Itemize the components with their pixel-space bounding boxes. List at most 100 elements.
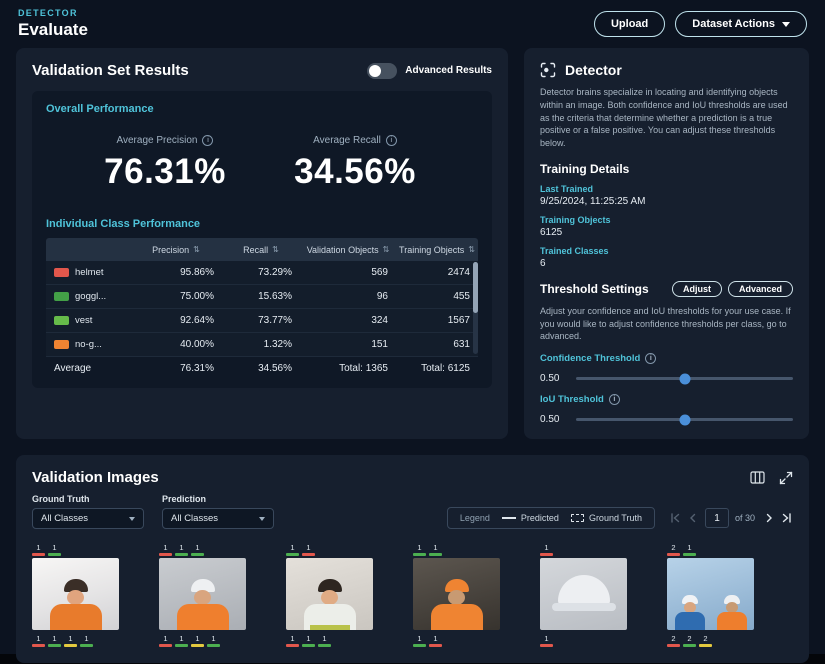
first-page-button[interactable]	[669, 512, 681, 524]
class-count-badge: 1	[429, 541, 442, 556]
validation-image[interactable]	[667, 558, 754, 630]
validation-image-tile[interactable]: 1 1	[540, 539, 627, 649]
info-icon[interactable]: i	[386, 135, 397, 146]
ground-truth-badges: 1	[540, 632, 627, 647]
page-input[interactable]	[705, 508, 729, 528]
class-count-badge: 1	[175, 632, 188, 647]
table-scrollbar[interactable]	[473, 262, 478, 354]
confidence-threshold-label: Confidence Threshold	[540, 353, 640, 364]
column-validation-objects[interactable]: Validation Objects⇅	[300, 238, 396, 261]
average-recall-metric: Average Recall i 34.56%	[260, 135, 450, 192]
chevron-down-icon	[129, 517, 135, 521]
column-class	[46, 238, 130, 261]
ground-truth-select[interactable]: All Classes	[32, 508, 144, 529]
validation-objects-value: 569	[300, 261, 396, 284]
validation-image-tile[interactable]: 2 1 2 2	[667, 539, 754, 649]
class-count-badge: 1	[540, 632, 553, 647]
average-recall-value: 34.56%	[260, 152, 450, 192]
class-count-badge: 1	[286, 632, 299, 647]
average-row-label: Average	[46, 357, 130, 380]
precision-value: 95.86%	[130, 261, 222, 284]
sort-icon[interactable]: ⇅	[272, 245, 279, 254]
class-count-badge: 1	[318, 632, 331, 647]
chevron-down-icon	[782, 22, 790, 27]
precision-value: 40.00%	[130, 333, 222, 356]
validation-image-tile[interactable]: 1 1 1 1 1 1 1	[159, 539, 246, 649]
next-page-button[interactable]	[763, 512, 775, 524]
slider-thumb[interactable]	[679, 373, 690, 384]
prediction-badges: 1 1	[32, 541, 119, 556]
average-precision-label: Average Precision	[117, 135, 198, 146]
confidence-threshold-block: Confidence Threshold i 0.50	[540, 353, 793, 384]
confidence-threshold-slider[interactable]	[576, 377, 793, 380]
recall-value: 15.63%	[222, 285, 300, 308]
expand-icon[interactable]	[779, 471, 793, 485]
class-color-swatch	[54, 292, 69, 301]
class-color-swatch	[54, 340, 69, 349]
class-count-badge: 1	[80, 632, 93, 647]
class-count-badge: 1	[175, 541, 188, 556]
prediction-badges: 1 1 1	[159, 541, 246, 556]
upload-button[interactable]: Upload	[594, 11, 665, 37]
class-color-swatch	[54, 268, 69, 277]
trained-classes-value: 6	[540, 258, 793, 269]
table-row: helmet 95.86% 73.29% 569 2474	[46, 261, 478, 285]
columns-view-icon[interactable]	[750, 471, 765, 484]
class-count-badge: 1	[302, 541, 315, 556]
sort-icon[interactable]: ⇅	[193, 245, 200, 254]
adjust-button[interactable]: Adjust	[672, 281, 722, 297]
dataset-actions-button[interactable]: Dataset Actions	[675, 11, 807, 37]
precision-value: 75.00%	[130, 285, 222, 308]
slider-thumb[interactable]	[679, 414, 690, 425]
sort-icon[interactable]: ⇅	[383, 245, 390, 254]
validation-image[interactable]	[413, 558, 500, 630]
main-content: Validation Set Results Advanced Results …	[0, 44, 825, 439]
last-page-button[interactable]	[781, 512, 793, 524]
info-icon[interactable]: i	[609, 394, 620, 405]
prediction-select[interactable]: All Classes	[162, 508, 274, 529]
helmet-dome	[558, 575, 610, 605]
average-recall-label: Average Recall	[313, 135, 381, 146]
dataset-actions-label: Dataset Actions	[692, 18, 775, 30]
column-recall[interactable]: Recall⇅	[222, 238, 300, 261]
advanced-results-toggle-row: Advanced Results	[367, 63, 492, 79]
page-header: DETECTOR Evaluate Upload Dataset Actions	[0, 0, 825, 44]
table-header-row: Precision⇅ Recall⇅ Validation Objects⇅ T…	[46, 238, 478, 261]
class-name: goggl...	[75, 291, 106, 302]
validation-objects-value: 96	[300, 285, 396, 308]
column-precision[interactable]: Precision⇅	[130, 238, 222, 261]
validation-image[interactable]	[32, 558, 119, 630]
validation-objects-value: 324	[300, 309, 396, 332]
scrollbar-thumb[interactable]	[473, 262, 478, 313]
advanced-results-toggle[interactable]	[367, 63, 397, 79]
info-icon[interactable]: i	[645, 353, 656, 364]
class-count-badge: 2	[667, 632, 680, 647]
class-count-badge: 1	[48, 632, 61, 647]
title-block: DETECTOR Evaluate	[18, 8, 88, 40]
advanced-button[interactable]: Advanced	[728, 281, 793, 297]
validation-image-tile[interactable]: 1 1 1 1 1 1	[32, 539, 119, 649]
class-count-badge: 1	[413, 632, 426, 647]
iou-threshold-value: 0.50	[540, 414, 564, 425]
column-training-objects[interactable]: Training Objects⇅	[396, 238, 478, 261]
toggle-knob	[369, 65, 381, 77]
class-count-badge: 1	[207, 632, 220, 647]
confidence-threshold-value: 0.50	[540, 373, 564, 384]
validation-image[interactable]	[540, 558, 627, 630]
validation-image-tile[interactable]: 1 1 1 1 1	[286, 539, 373, 649]
validation-image-tile[interactable]: 1 1 1 1	[413, 539, 500, 649]
sort-icon[interactable]: ⇅	[468, 245, 475, 254]
detector-title: Detector	[565, 62, 622, 78]
header-actions: Upload Dataset Actions	[594, 11, 807, 37]
validation-image[interactable]	[159, 558, 246, 630]
class-count-badge: 1	[159, 541, 172, 556]
validation-image[interactable]	[286, 558, 373, 630]
info-icon[interactable]: i	[202, 135, 213, 146]
table-row: no-g... 40.00% 1.32% 151 631	[46, 333, 478, 357]
ground-truth-selected-value: All Classes	[41, 513, 88, 524]
threshold-description: Adjust your confidence and IoU threshold…	[540, 305, 793, 343]
prev-page-button[interactable]	[687, 512, 699, 524]
iou-threshold-slider[interactable]	[576, 418, 793, 421]
overall-performance-heading: Overall Performance	[46, 103, 478, 115]
trained-classes-detail: Trained Classes 6	[540, 246, 793, 269]
